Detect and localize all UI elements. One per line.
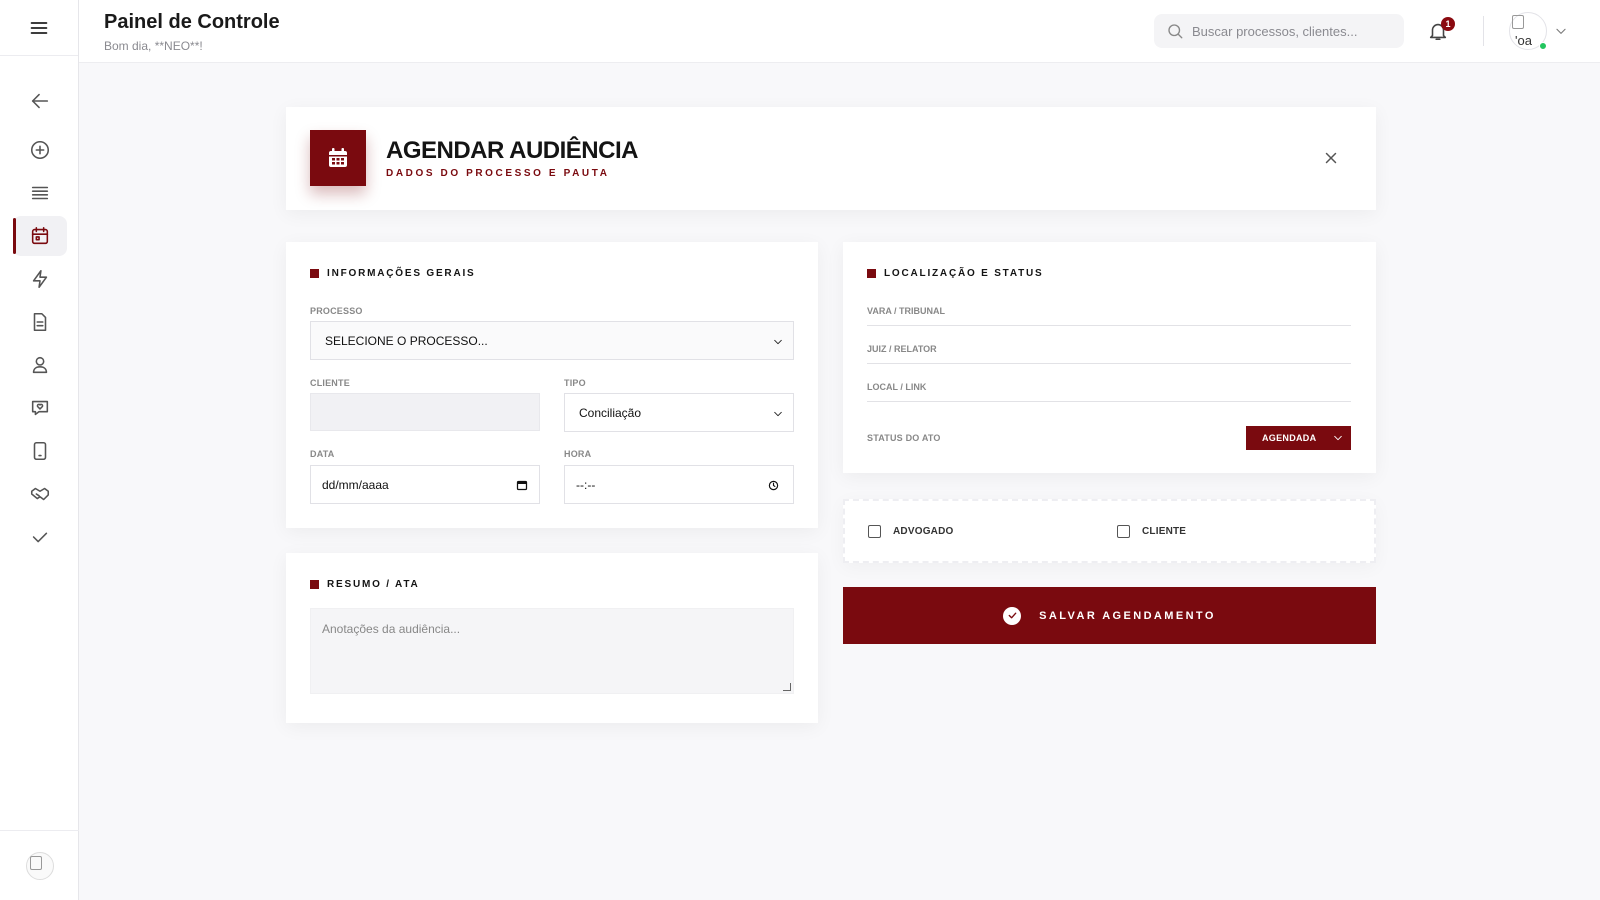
close-button[interactable] [1322, 149, 1340, 167]
summary-card: RESUMO / ATA Anotações da audiência... [286, 553, 818, 723]
top-header: Painel de Controle Bom dia, **NEO**! 1 '… [79, 0, 1600, 63]
profile-menu-toggle[interactable] [1554, 24, 1568, 43]
general-info-card: INFORMAÇÕES GERAIS PROCESSO SELECIONE O … [286, 242, 818, 528]
modal-subtitle: DADOS DO PROCESSO E PAUTA [386, 168, 610, 179]
header-divider [1483, 16, 1484, 46]
arrow-left-icon [31, 93, 49, 109]
section-title-summary: RESUMO / ATA [310, 579, 420, 590]
sidebar-user[interactable] [0, 830, 79, 900]
client-label: CLIENTE [310, 378, 350, 388]
place-input[interactable]: LOCAL / LINK [867, 382, 1351, 402]
modal-header-card: AGENDAR AUDIÊNCIA DADOS DO PROCESSO E PA… [286, 107, 1376, 210]
handshake-icon [30, 487, 50, 501]
place-label: LOCAL / LINK [867, 382, 927, 392]
sidebar-item-handshake[interactable] [13, 474, 67, 514]
online-status-dot [1539, 42, 1547, 50]
resize-handle[interactable] [783, 683, 791, 691]
summary-placeholder: Anotações da audiência... [322, 622, 461, 636]
menu-toggle[interactable] [0, 0, 78, 56]
sidebar-item-list[interactable] [13, 173, 67, 213]
calendar-icon [516, 480, 528, 491]
search-box[interactable] [1154, 14, 1404, 48]
sidebar [0, 0, 79, 900]
summary-textarea[interactable]: Anotações da audiência... [310, 608, 794, 694]
sidebar-item-documents[interactable] [13, 302, 67, 342]
greeting-text: Bom dia, **NEO**! [104, 39, 203, 53]
chevron-down-icon [1556, 28, 1566, 34]
sidebar-item-add[interactable] [13, 130, 67, 170]
save-appointment-button[interactable]: SALVAR AGENDAMENTO [843, 587, 1376, 644]
date-input[interactable]: dd/mm/aaaa [310, 465, 540, 504]
sidebar-item-tablet[interactable] [13, 431, 67, 471]
calendar-icon [31, 226, 49, 245]
court-input[interactable]: VARA / TRIBUNAL [867, 306, 1351, 326]
chevron-down-icon [1334, 435, 1342, 441]
sidebar-item-done[interactable] [13, 517, 67, 557]
client-checkbox[interactable] [1117, 525, 1130, 538]
save-button-label: SALVAR AGENDAMENTO [1039, 609, 1216, 622]
judge-input[interactable]: JUIZ / RELATOR [867, 344, 1351, 364]
sidebar-item-messages[interactable] [13, 388, 67, 428]
sidebar-item-actions[interactable] [13, 259, 67, 299]
document-icon [33, 312, 47, 332]
chat-heart-icon [31, 400, 49, 416]
process-label: PROCESSO [310, 306, 363, 316]
notifications-button[interactable]: 1 [1427, 17, 1455, 44]
search-input[interactable] [1192, 23, 1392, 39]
notify-card: ADVOGADO CLIENTE [843, 499, 1376, 563]
close-icon [1325, 152, 1337, 164]
user-icon [32, 356, 48, 374]
lawyer-checkbox[interactable] [868, 525, 881, 538]
plus-circle-icon [30, 140, 50, 160]
check-icon [32, 532, 48, 543]
list-icon [31, 186, 49, 200]
date-label: DATA [310, 449, 335, 459]
modal-title: AGENDAR AUDIÊNCIA [386, 137, 638, 164]
client-checkbox-label: CLIENTE [1142, 526, 1187, 537]
avatar-alt-text: 'oa [1515, 33, 1532, 48]
section-title-location: LOCALIZAÇÃO E STATUS [867, 268, 1044, 279]
client-field[interactable] [310, 393, 540, 431]
time-input-value: --:-- [576, 477, 596, 492]
lightning-icon [32, 269, 48, 289]
status-select[interactable]: AGENDADA [1246, 426, 1351, 450]
status-select-value: AGENDADA [1262, 433, 1317, 443]
sidebar-item-calendar[interactable] [13, 216, 67, 256]
section-title-general: INFORMAÇÕES GERAIS [310, 268, 476, 279]
broken-image-icon [1512, 15, 1524, 29]
status-label: STATUS DO ATO [867, 433, 941, 443]
type-select[interactable]: Conciliação [564, 393, 794, 432]
clock-icon [768, 480, 779, 491]
time-label: HORA [564, 449, 592, 459]
chevron-down-icon [774, 411, 782, 416]
page-title: Painel de Controle [104, 11, 280, 33]
type-select-value: Conciliação [579, 405, 642, 420]
process-select[interactable]: SELECIONE O PROCESSO... [310, 321, 794, 360]
court-label: VARA / TRIBUNAL [867, 306, 945, 316]
date-input-value: dd/mm/aaaa [322, 477, 389, 492]
process-select-value: SELECIONE O PROCESSO... [325, 333, 488, 348]
check-circle-icon [1003, 606, 1022, 625]
hamburger-menu-icon[interactable] [29, 18, 49, 38]
avatar[interactable] [25, 851, 54, 880]
tablet-icon [33, 441, 47, 461]
calendar-icon [329, 148, 347, 167]
judge-label: JUIZ / RELATOR [867, 344, 937, 354]
type-label: TIPO [564, 378, 586, 388]
search-icon [1168, 24, 1183, 39]
sidebar-item-clients[interactable] [13, 345, 67, 385]
notification-badge: 1 [1441, 17, 1455, 31]
modal-icon-box [310, 130, 366, 186]
chevron-down-icon [774, 339, 782, 344]
location-status-card: LOCALIZAÇÃO E STATUS VARA / TRIBUNAL JUI… [843, 242, 1376, 473]
sidebar-item-back[interactable] [13, 81, 67, 121]
time-input[interactable]: --:-- [564, 465, 794, 504]
lawyer-checkbox-label: ADVOGADO [893, 526, 954, 537]
